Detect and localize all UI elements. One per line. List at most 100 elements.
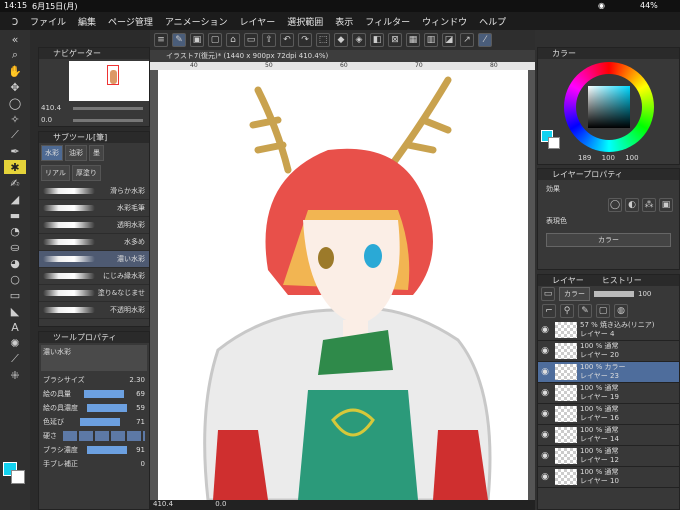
brush-item[interactable]: 不透明水彩 (39, 302, 149, 319)
layer-row[interactable]: ◉ 100 % 通常 レイヤー 12 (538, 446, 679, 467)
menu-page[interactable]: ページ管理 (108, 15, 153, 28)
pen-tool-icon[interactable]: ✒ (4, 144, 26, 158)
brush-item[interactable]: 滑らか水彩 (39, 183, 149, 200)
zoom-slider[interactable] (73, 107, 143, 110)
collapse-icon[interactable]: « (4, 32, 26, 46)
drawing-canvas[interactable] (158, 70, 528, 500)
brush-item[interactable]: 水多め (39, 234, 149, 251)
mask-icon[interactable]: ◍ (614, 304, 628, 318)
prop-bar[interactable] (83, 390, 124, 398)
menu-view[interactable]: 表示 (335, 15, 353, 28)
menu-icon[interactable]: ≡ (154, 33, 168, 47)
layer-row[interactable]: ◉ 100 % 通常 レイヤー 10 (538, 467, 679, 488)
menu-edit[interactable]: 編集 (78, 15, 96, 28)
gradient-icon[interactable]: ◕ (4, 256, 26, 270)
lock-icon[interactable]: ▢ (596, 304, 610, 318)
hand-icon[interactable]: ✋ (4, 64, 26, 78)
clip-icon[interactable]: ⌐ (542, 304, 556, 318)
lasso-icon[interactable]: ◯ (4, 96, 26, 110)
deselect-icon[interactable]: ⬚ (316, 33, 330, 47)
menu-selection[interactable]: 選択範囲 (287, 15, 323, 28)
prop-brush-density[interactable]: ブラシ濃度 91 (39, 443, 149, 457)
open-icon[interactable]: ⌂ (226, 33, 240, 47)
eye-icon[interactable]: ◉ (538, 325, 552, 335)
line-icon[interactable]: ↗ (460, 33, 474, 47)
navigator-preview[interactable] (69, 61, 149, 101)
eyedropper-icon[interactable]: ⟋ (4, 128, 26, 142)
new-file-icon[interactable]: ▢ (208, 33, 222, 47)
brush-item-selected[interactable]: 濃い水彩 (39, 251, 149, 268)
shape-icon[interactable]: ○ (4, 272, 26, 286)
navigator-angle[interactable]: 0.0 (41, 116, 52, 124)
tab-ink[interactable]: 墨 (89, 145, 104, 161)
eye-icon[interactable]: ◉ (538, 409, 552, 419)
brush-item[interactable]: 水彩毛筆 (39, 200, 149, 217)
tab-layer[interactable]: レイヤー (552, 275, 584, 286)
transform-tool-icon[interactable]: ⁜ (4, 368, 26, 382)
prop-stabilization[interactable]: 手ブレ補正 0 (39, 457, 149, 471)
eye-icon[interactable]: ◉ (538, 346, 552, 356)
layer-row[interactable]: ◉ 100 % 通常 レイヤー 19 (538, 383, 679, 404)
sub-color-swatch[interactable] (11, 470, 25, 484)
hardness-steps[interactable] (63, 431, 145, 441)
tab-thick[interactable]: 厚塗り (71, 165, 101, 181)
menu-layer[interactable]: レイヤー (240, 15, 276, 28)
grid-icon[interactable]: ▥ (424, 33, 438, 47)
frame-icon[interactable]: ▭ (4, 288, 26, 302)
layer-row[interactable]: ◉ 100 % 通常 レイヤー 16 (538, 404, 679, 425)
export-icon[interactable]: ⇪ (262, 33, 276, 47)
canvas-tab[interactable]: イラスト7(復元)* (1440 x 900px 72dpi 410.4%) (150, 50, 535, 62)
undo-icon[interactable]: ↶ (280, 33, 294, 47)
tab-real[interactable]: リアル (41, 165, 70, 181)
crop-icon[interactable]: ⊠ (388, 33, 402, 47)
prop-hardness[interactable]: 硬さ (39, 429, 149, 443)
prop-paint-amount[interactable]: 絵の具量 69 (39, 387, 149, 401)
layer-row[interactable]: ◉ 57 % 焼き込み(リニア) レイヤー 4 (538, 320, 679, 341)
correction-icon[interactable]: ⟋ (4, 352, 26, 366)
fill-icon[interactable]: ◆ (334, 33, 348, 47)
zoom-icon[interactable]: ⌕ (4, 48, 26, 62)
blend-icon[interactable]: ◔ (4, 224, 26, 238)
eraser-icon[interactable]: ▬ (4, 208, 26, 222)
hue-wheel[interactable] (564, 62, 654, 152)
wand-icon[interactable]: ✧ (4, 112, 26, 126)
prop-bar[interactable] (86, 446, 127, 454)
prop-bar[interactable] (80, 418, 121, 426)
sub-color-chip[interactable] (548, 137, 560, 149)
snap-icon[interactable]: ◪ (442, 33, 456, 47)
image-icon[interactable]: ▣ (190, 33, 204, 47)
text-icon[interactable]: A (4, 320, 26, 334)
menu-help[interactable]: ヘルプ (479, 15, 506, 28)
stroke-icon[interactable]: ⁄ (478, 33, 492, 47)
brush-icon[interactable]: ✍ (4, 176, 26, 190)
airbrush-icon[interactable]: ◢ (4, 192, 26, 206)
brush-item[interactable]: 透明水彩 (39, 217, 149, 234)
layer-row-selected[interactable]: ◉ 100 % カラー レイヤー 23 (538, 362, 679, 383)
menu-animation[interactable]: アニメーション (165, 15, 228, 28)
opacity-value[interactable]: 100 (638, 290, 651, 298)
tab-oil[interactable]: 油彩 (65, 145, 87, 161)
layer-row[interactable]: ◉ 100 % 通常 レイヤー 14 (538, 425, 679, 446)
canvas-angle-value[interactable]: 0.0 (215, 500, 226, 508)
opacity-slider[interactable] (594, 291, 634, 297)
move-icon[interactable]: ✥ (4, 80, 26, 94)
transform-icon[interactable]: ◧ (370, 33, 384, 47)
prop-color-stretch[interactable]: 色延び 71 (39, 415, 149, 429)
clear-icon[interactable]: ◈ (352, 33, 366, 47)
eye-icon[interactable]: ◉ (538, 388, 552, 398)
ruler-icon[interactable]: ▦ (406, 33, 420, 47)
save-icon[interactable]: ▭ (244, 33, 258, 47)
ruler-tool-icon[interactable]: ◣ (4, 304, 26, 318)
eye-icon[interactable]: ◉ (538, 472, 552, 482)
menu-filter[interactable]: フィルター (365, 15, 410, 28)
balloon-icon[interactable]: ✺ (4, 336, 26, 350)
prop-bar[interactable] (87, 404, 128, 412)
blend-mode-select[interactable]: カラー (559, 287, 590, 301)
tab-history[interactable]: ヒストリー (602, 275, 642, 286)
layer-menu-icon[interactable]: ▭ (541, 287, 555, 301)
menu-file[interactable]: ファイル (30, 15, 66, 28)
brush-item[interactable]: 塗り&なじませ (39, 285, 149, 302)
reference-icon[interactable]: ⚲ (560, 304, 574, 318)
border-effect-icon[interactable]: ◯ (608, 198, 622, 212)
redo-icon[interactable]: ↷ (298, 33, 312, 47)
